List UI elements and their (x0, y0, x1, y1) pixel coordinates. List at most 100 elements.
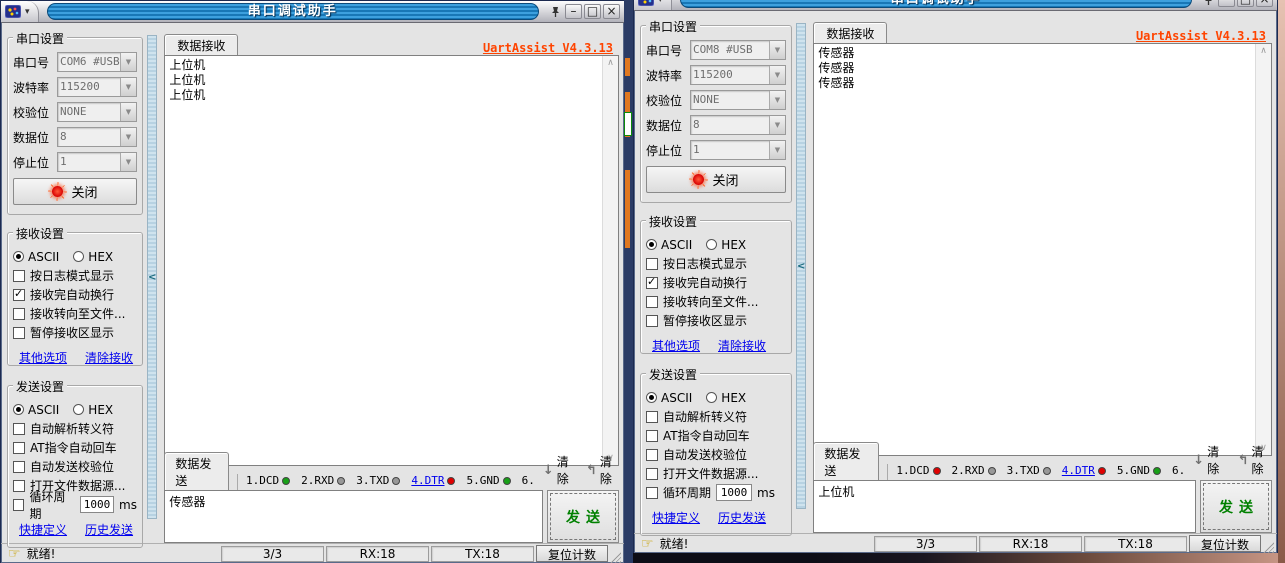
titlebar[interactable]: ▾ 串口调试助手 – □ × (634, 0, 1277, 11)
baud-select[interactable]: 115200 ▼ (57, 77, 137, 97)
option-cycle-period[interactable]: 循环周期 1000 ms (13, 495, 137, 514)
port-select[interactable]: COM6 #USB ▼ (57, 52, 137, 72)
option-parse-escape[interactable]: 自动解析转义符 (646, 407, 786, 426)
tab-data-receive[interactable]: 数据接收 (813, 22, 887, 43)
data-panel: 数据接收 UartAssist V4.3.13 传感器 传感器 传感器 ∧ ∨ … (807, 13, 1274, 533)
cycle-period-input[interactable]: 1000 (716, 484, 752, 501)
pin-dcd: 1.DCD (896, 464, 940, 477)
reset-count-button[interactable]: 复位计数 (1189, 535, 1261, 552)
clear-send-button[interactable]: ↰清除 (1238, 443, 1272, 477)
option-send-checksum[interactable]: 自动发送校验位 (646, 445, 786, 464)
option-cycle-period[interactable]: 循环周期 1000 ms (646, 483, 786, 502)
scroll-up-icon[interactable]: ∧ (607, 58, 614, 68)
maximize-button[interactable]: □ (1237, 0, 1254, 7)
group-label: 串口设置 (646, 18, 700, 35)
tab-data-send[interactable]: 数据发送 (813, 442, 879, 480)
version-link[interactable]: UartAssist V4.3.13 (483, 41, 619, 55)
clear-receive-button[interactable]: ↓清除 (543, 453, 576, 487)
close-port-button[interactable]: 关闭 (13, 178, 137, 205)
option-file-source[interactable]: 打开文件数据源... (646, 464, 786, 483)
other-options-link[interactable]: 其他选项 (19, 349, 67, 366)
panel-splitter[interactable]: < (796, 23, 806, 509)
databits-select[interactable]: 8 ▼ (690, 115, 786, 135)
databits-select[interactable]: 8 ▼ (57, 127, 137, 147)
history-send-link[interactable]: 历史发送 (85, 521, 133, 538)
option-pause-display[interactable]: 暂停接收区显示 (13, 323, 137, 342)
option-log-mode[interactable]: 按日志模式显示 (646, 254, 786, 273)
receive-area[interactable]: 上位机 上位机 上位机 ∧ ∨ (164, 55, 619, 466)
stopbits-select[interactable]: 1 ▼ (690, 140, 786, 160)
reset-count-button[interactable]: 复位计数 (536, 545, 608, 562)
clear-receive-link[interactable]: 清除接收 (718, 337, 766, 354)
radio-ascii[interactable]: ASCII (13, 250, 59, 264)
radio-hex[interactable]: HEX (73, 250, 113, 264)
option-auto-linefeed[interactable]: 接收完自动换行 (646, 273, 786, 292)
clear-send-button[interactable]: ↰清除 (586, 453, 619, 487)
minimize-button[interactable]: – (1218, 0, 1235, 7)
resize-grip[interactable] (610, 552, 621, 563)
send-input[interactable]: 上位机 (813, 480, 1196, 533)
send-button[interactable]: 发送 (1200, 480, 1272, 533)
option-log-mode[interactable]: 按日志模式显示 (13, 266, 137, 285)
port-settings-group: 串口设置 串口号 COM6 #USB ▼ 波特率 115200 ▼ (7, 37, 143, 215)
receive-scrollbar[interactable]: ∧ ∨ (1255, 44, 1271, 455)
tab-data-send[interactable]: 数据发送 (164, 452, 229, 490)
group-label: 发送设置 (13, 378, 67, 395)
pin-rxd: 2.RXD (301, 474, 345, 487)
rxd-led-icon (337, 477, 345, 485)
shortcut-define-link[interactable]: 快捷定义 (19, 521, 67, 538)
panel-splitter[interactable]: < (147, 35, 157, 519)
collapse-chevron-icon: < (148, 272, 156, 283)
option-at-return[interactable]: AT指令自动回车 (646, 426, 786, 445)
receive-text: 传感器 传感器 传感器 (814, 44, 1255, 455)
minimize-button[interactable]: – (565, 4, 582, 19)
resize-grip[interactable] (1263, 542, 1274, 553)
option-auto-linefeed[interactable]: 接收完自动换行 (13, 285, 137, 304)
option-parse-escape[interactable]: 自动解析转义符 (13, 419, 137, 438)
app-menu-button[interactable]: ▾ (634, 0, 672, 10)
field-label: 波特率 (646, 67, 690, 84)
pin-icon[interactable] (1200, 0, 1216, 7)
close-button[interactable]: × (1256, 0, 1273, 7)
radio-hex[interactable]: HEX (706, 238, 746, 252)
pin-dtr[interactable]: 4.DTR (1062, 464, 1106, 477)
option-redirect-file[interactable]: 接收转向至文件... (646, 292, 786, 311)
titlebar[interactable]: ▾ 串口调试助手 – □ × (1, 1, 624, 23)
radio-hex[interactable]: HEX (73, 403, 113, 417)
radio-ascii[interactable]: ASCII (646, 238, 692, 252)
radio-ascii[interactable]: ASCII (13, 403, 59, 417)
status-count: 3/3 (874, 536, 977, 552)
maximize-button[interactable]: □ (584, 4, 601, 19)
menu-caret-icon: ▾ (658, 0, 663, 5)
scroll-up-icon[interactable]: ∧ (1260, 46, 1267, 56)
clear-receive-link[interactable]: 清除接收 (85, 349, 133, 366)
settings-panel: 串口设置 串口号 COM6 #USB ▼ 波特率 115200 ▼ (4, 25, 146, 543)
send-input[interactable]: 传感器 (164, 490, 543, 543)
parity-select[interactable]: NONE ▼ (690, 90, 786, 110)
other-options-link[interactable]: 其他选项 (652, 337, 700, 354)
option-at-return[interactable]: AT指令自动回车 (13, 438, 137, 457)
cycle-period-input[interactable]: 1000 (80, 496, 114, 513)
radio-hex[interactable]: HEX (706, 391, 746, 405)
shortcut-define-link[interactable]: 快捷定义 (652, 509, 700, 526)
tab-data-receive[interactable]: 数据接收 (164, 34, 238, 55)
receive-scrollbar[interactable]: ∧ ∨ (602, 56, 618, 465)
send-button[interactable]: 发送 (547, 490, 619, 543)
close-button[interactable]: × (603, 4, 620, 19)
pin-icon[interactable] (547, 4, 563, 19)
baud-select[interactable]: 115200 ▼ (690, 65, 786, 85)
radio-ascii[interactable]: ASCII (646, 391, 692, 405)
port-select[interactable]: COM8 #USB ▼ (690, 40, 786, 60)
option-pause-display[interactable]: 暂停接收区显示 (646, 311, 786, 330)
option-redirect-file[interactable]: 接收转向至文件... (13, 304, 137, 323)
stopbits-select[interactable]: 1 ▼ (57, 152, 137, 172)
history-send-link[interactable]: 历史发送 (718, 509, 766, 526)
pin-dtr[interactable]: 4.DTR (411, 474, 455, 487)
option-send-checksum[interactable]: 自动发送校验位 (13, 457, 137, 476)
app-menu-button[interactable]: ▾ (1, 1, 39, 22)
parity-select[interactable]: NONE ▼ (57, 102, 137, 122)
close-port-button[interactable]: 关闭 (646, 166, 786, 193)
clear-receive-button[interactable]: ↓清除 (1193, 443, 1227, 477)
receive-area[interactable]: 传感器 传感器 传感器 ∧ ∨ (813, 43, 1272, 456)
version-link[interactable]: UartAssist V4.3.13 (1136, 29, 1272, 43)
